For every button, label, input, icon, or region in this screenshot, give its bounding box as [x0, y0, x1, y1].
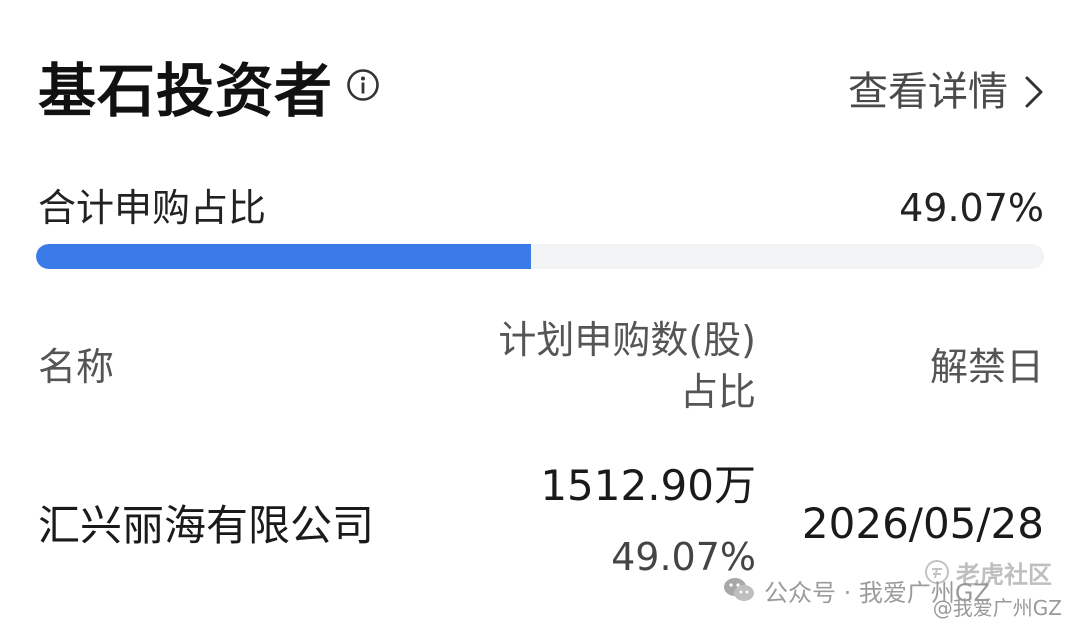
column-header-planned-shares-line2: 占比 [679, 370, 756, 414]
wechat-icon [724, 578, 754, 601]
total-subscription-value: 49.07% [899, 186, 1044, 230]
view-details-link[interactable]: 查看详情 [848, 62, 1044, 122]
column-header-planned-shares-line1: 计划申购数(股) [498, 318, 756, 362]
subscription-progress-bar [36, 244, 1044, 269]
planned-shares-cell: 1512.90万 49.07% [540, 456, 756, 584]
investor-name: 汇兴丽海有限公司 [38, 501, 375, 550]
column-header-planned-shares: 计划申购数(股) 占比 [498, 314, 756, 418]
total-subscription-row: 合计申购占比 49.07% [38, 180, 1044, 236]
column-header-name: 名称 [38, 345, 115, 389]
chevron-right-icon [1025, 76, 1043, 108]
planned-shares-value: 1512.90万 [540, 461, 756, 510]
total-subscription-label: 合计申购占比 [38, 186, 267, 230]
table-row: 汇兴丽海有限公司 1512.90万 49.07% 2026/05/28 [38, 456, 1044, 586]
handle-watermark: @我爱广州GZ [932, 596, 1062, 620]
section-title: 基石投资者 [38, 57, 334, 125]
column-header-unlock-date: 解禁日 [929, 345, 1044, 389]
subscription-progress-fill [36, 244, 531, 269]
section-header: 基石投资者 查看详情 [38, 52, 1044, 132]
info-circle-icon[interactable] [346, 68, 380, 102]
view-details-label: 查看详情 [848, 69, 1008, 115]
unlock-date-value: 2026/05/28 [801, 499, 1044, 548]
table-header: 名称 计划申购数(股) 占比 解禁日 [38, 312, 1044, 422]
